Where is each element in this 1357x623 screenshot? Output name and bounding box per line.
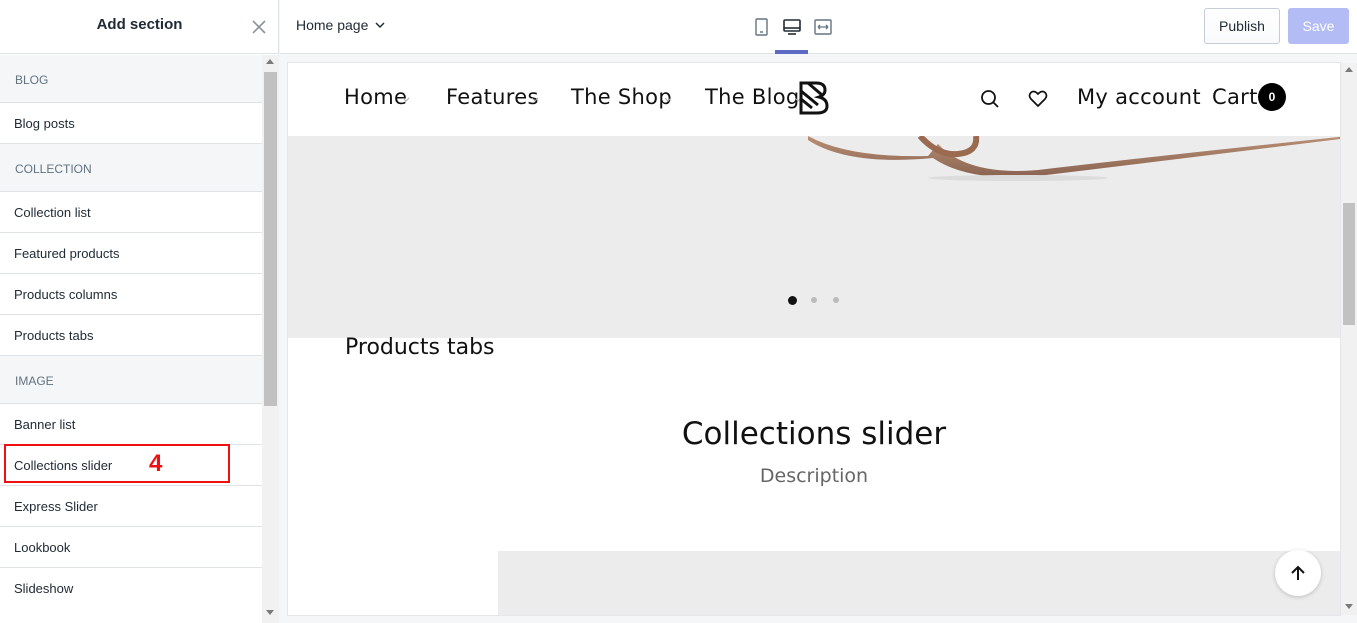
heart-icon[interactable] <box>1027 88 1049 110</box>
store-logo[interactable] <box>796 79 830 117</box>
nav-item-features[interactable]: Features <box>446 85 539 109</box>
back-to-top-button[interactable] <box>1275 550 1321 596</box>
category-image: IMAGE <box>0 356 262 404</box>
category-blog: BLOG <box>0 55 262 103</box>
section-item-slideshow[interactable]: Slideshow <box>0 568 262 608</box>
nav-item-the-blog[interactable]: The Blog <box>705 85 800 109</box>
fullscreen-icon[interactable] <box>812 16 834 38</box>
save-button[interactable]: Save <box>1288 8 1349 44</box>
slider-dot[interactable] <box>833 297 839 303</box>
search-icon[interactable] <box>979 88 1001 110</box>
cart-count-badge: 0 <box>1258 83 1286 111</box>
scrollbar-thumb[interactable] <box>264 72 277 406</box>
scroll-up-arrow-icon[interactable] <box>266 59 274 64</box>
arrow-up-icon <box>1291 565 1305 580</box>
desktop-icon[interactable] <box>781 16 803 38</box>
chevron-down-icon <box>531 97 539 102</box>
section-item-express-slider[interactable]: Express Slider <box>0 486 262 527</box>
collections-slider-title: Collections slider <box>681 416 947 452</box>
section-item-lookbook[interactable]: Lookbook <box>0 527 262 568</box>
sidebar-header: Add section <box>0 0 279 54</box>
category-collection: COLLECTION <box>0 144 262 192</box>
add-section-sidebar: Add section BLOG Blog posts COLLECTION C… <box>0 0 279 623</box>
page-selector-label: Home page <box>296 17 369 33</box>
section-item-banner-list[interactable]: Banner list <box>0 404 262 445</box>
scroll-down-arrow-icon[interactable] <box>1345 604 1353 609</box>
slider-dot-active[interactable] <box>788 296 797 305</box>
page-selector[interactable]: Home page <box>296 17 386 33</box>
theme-preview: Home Features The Shop The Blog My accou… <box>288 63 1340 615</box>
store-navigation: Home Features The Shop The Blog My accou… <box>288 63 1340 136</box>
publish-button[interactable]: Publish <box>1204 8 1280 44</box>
nav-item-home[interactable]: Home <box>344 85 407 109</box>
nav-cart[interactable]: Cart <box>1212 85 1258 109</box>
chevron-down-icon <box>664 97 672 102</box>
products-tabs-heading: Products tabs <box>345 335 495 360</box>
scroll-up-arrow-icon[interactable] <box>1345 67 1353 72</box>
slideshow-hero <box>288 136 1340 338</box>
product-image <box>808 136 1340 181</box>
chevron-down-icon <box>375 22 385 29</box>
scrollbar-thumb[interactable] <box>1343 203 1355 325</box>
section-item-blog-posts[interactable]: Blog posts <box>0 103 262 144</box>
editor-topbar: Home page Publish Save <box>280 0 1357 54</box>
chevron-down-icon <box>402 97 410 102</box>
nav-item-the-shop[interactable]: The Shop <box>571 85 672 109</box>
collections-slider-description: Description <box>759 465 869 487</box>
mobile-icon[interactable] <box>750 16 772 38</box>
section-item-products-tabs[interactable]: Products tabs <box>0 315 262 356</box>
active-device-indicator <box>775 50 808 54</box>
section-item-collection-list[interactable]: Collection list <box>0 192 262 233</box>
section-item-collections-slider[interactable]: Collections slider <box>0 445 262 486</box>
annotation-number: 4 <box>149 450 163 477</box>
slider-dot[interactable] <box>811 297 817 303</box>
scroll-down-arrow-icon[interactable] <box>266 610 274 615</box>
preview-scrollbar[interactable] <box>1341 63 1357 615</box>
sidebar-scrollbar[interactable] <box>262 55 279 623</box>
close-icon[interactable] <box>250 18 268 36</box>
section-item-products-columns[interactable]: Products columns <box>0 274 262 315</box>
section-list: BLOG Blog posts COLLECTION Collection li… <box>0 55 262 608</box>
nav-my-account[interactable]: My account <box>1077 85 1201 109</box>
section-item-featured-products[interactable]: Featured products <box>0 233 262 274</box>
collections-slider-placeholder <box>498 551 1340 615</box>
sidebar-title: Add section <box>96 16 183 33</box>
